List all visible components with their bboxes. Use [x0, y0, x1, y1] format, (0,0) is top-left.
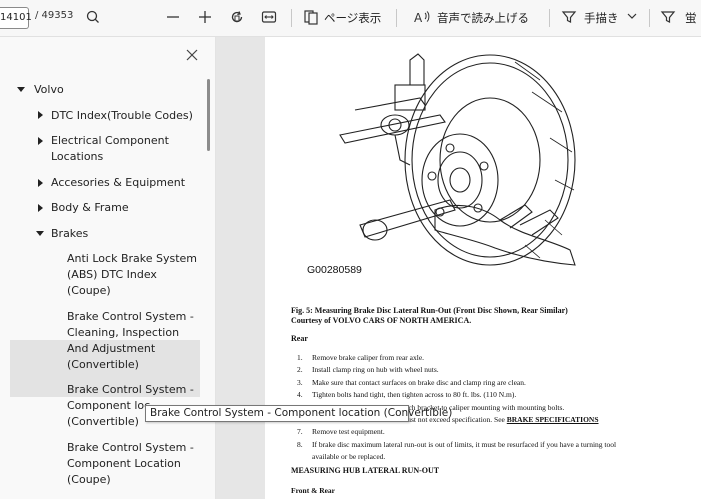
section-heading-hub-runout: MEASURING HUB LATERAL RUN-OUT	[291, 466, 440, 475]
search-icon[interactable]	[84, 8, 102, 26]
toolbar-divider	[649, 9, 650, 27]
svg-text:A: A	[414, 11, 423, 25]
tree-item-volvo[interactable]: Volvo	[34, 82, 64, 98]
list-item: 4. Tighten bolts hand tight, then tighten…	[297, 390, 517, 400]
toolbar: 14101 / 49353 ページ表示 A 音声で読み上げる 手描き 蛍	[0, 0, 701, 37]
collapse-arrow-icon[interactable]	[38, 137, 43, 145]
figure-id: G00280589	[307, 264, 362, 276]
tooltip: Brake Control System - Component locatio…	[145, 405, 452, 422]
tree-item-brakes[interactable]: Brakes	[51, 226, 88, 242]
toolbar-divider	[396, 9, 397, 27]
fit-width-icon[interactable]	[260, 8, 278, 26]
list-item: 8. If brake disc maximum lateral run-out …	[297, 439, 617, 449]
tree-item-electrical-component-locations[interactable]: Electrical Component Locations	[51, 133, 169, 165]
page-view-icon[interactable]	[302, 8, 320, 26]
figure-caption: Fig. 5: Measuring Brake Disc Lateral Run…	[291, 306, 568, 325]
page-total: / 49353	[35, 10, 74, 21]
zoom-out-icon[interactable]	[164, 8, 182, 26]
list-item: 2. Install clamp ring on hub with wheel n…	[297, 365, 439, 375]
tree-item-dtc-index[interactable]: DTC Index(Trouble Codes)	[51, 108, 193, 124]
rotate-icon[interactable]	[228, 8, 246, 26]
collapse-arrow-icon[interactable]	[38, 111, 43, 119]
tree-item-brake-cleaning-inspection[interactable]: Brake Control System - Cleaning, Inspecti…	[67, 309, 194, 373]
toolbar-divider	[549, 9, 550, 27]
filter-draw-icon[interactable]	[560, 8, 578, 26]
toolbar-divider	[291, 9, 292, 27]
draw-button[interactable]: 手描き	[584, 10, 619, 26]
list-item: 3. Make sure that contact surfaces on bra…	[297, 377, 526, 387]
section-heading-rear: Rear	[291, 334, 308, 343]
page-number-input[interactable]: 14101	[0, 7, 32, 29]
brake-specifications-link[interactable]: BRAKE SPECIFICATIONS	[507, 415, 599, 424]
read-aloud-button[interactable]: 音声で読み上げる	[437, 10, 529, 26]
tree-item-accesories-equipment[interactable]: Accesories & Equipment	[51, 175, 185, 191]
tree-item-body-frame[interactable]: Body & Frame	[51, 200, 129, 216]
expand-arrow-icon[interactable]	[36, 231, 44, 236]
tree-item-brake-component-location-coupe[interactable]: Brake Control System - Component Location…	[67, 440, 194, 488]
collapse-arrow-icon[interactable]	[38, 179, 43, 187]
close-icon[interactable]	[185, 48, 199, 62]
brake-disc-illustration	[339, 53, 576, 266]
sidebar-scrollbar[interactable]	[207, 79, 210, 151]
highlight-button[interactable]: 蛍	[685, 10, 697, 26]
highlight-icon[interactable]	[659, 8, 677, 26]
tree-item-abs-dtc-index[interactable]: Anti Lock Brake System (ABS) DTC Index (Co…	[67, 251, 197, 299]
read-aloud-icon[interactable]: A	[413, 8, 431, 26]
zoom-in-icon[interactable]	[196, 8, 214, 26]
list-item: 7. Remove test equipment.	[297, 427, 385, 437]
page-view-button[interactable]: ページ表示	[324, 10, 381, 26]
list-item: 1. Remove brake caliper from rear axle.	[297, 353, 425, 362]
chevron-down-icon[interactable]	[626, 10, 638, 22]
expand-arrow-icon[interactable]	[17, 87, 25, 92]
collapse-arrow-icon[interactable]	[38, 204, 43, 212]
list-item: available or be replaced.	[312, 452, 386, 462]
section-subheading-front-rear: Front & Rear	[291, 486, 336, 495]
